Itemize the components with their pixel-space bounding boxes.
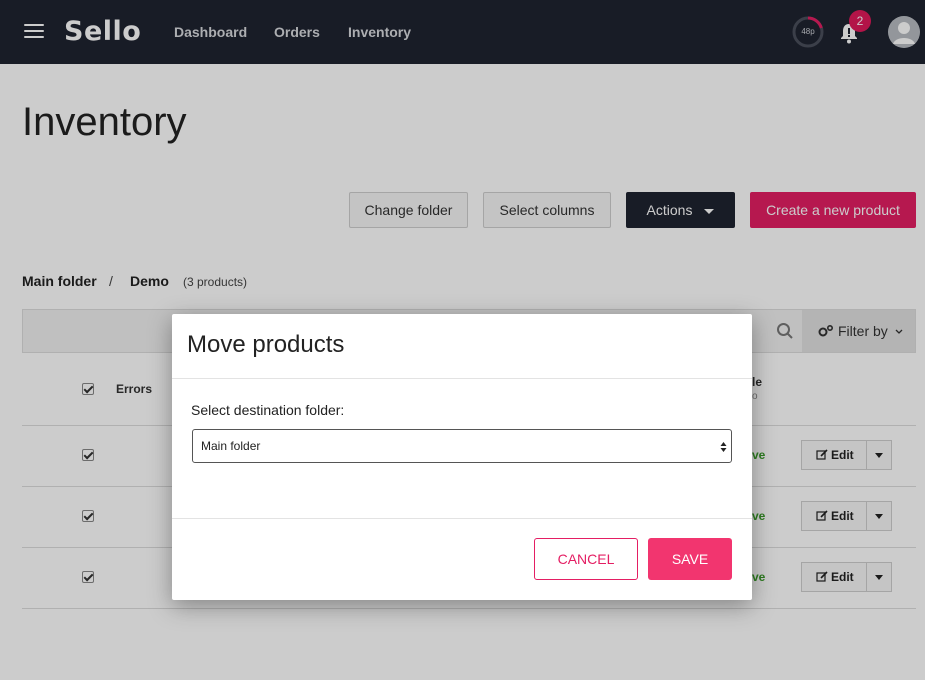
modal-divider xyxy=(172,518,752,519)
select-arrows-icon xyxy=(720,442,727,452)
selected-folder: Main folder xyxy=(201,439,261,453)
modal-divider xyxy=(172,378,752,379)
modal-title: Move products xyxy=(187,331,345,358)
cancel-button[interactable]: CANCEL xyxy=(534,538,638,580)
move-products-modal: Move products Select destination folder:… xyxy=(172,314,752,600)
save-button[interactable]: SAVE xyxy=(648,538,732,580)
destination-folder-select[interactable]: Main folder xyxy=(192,429,732,463)
destination-folder-label: Select destination folder: xyxy=(191,402,345,418)
